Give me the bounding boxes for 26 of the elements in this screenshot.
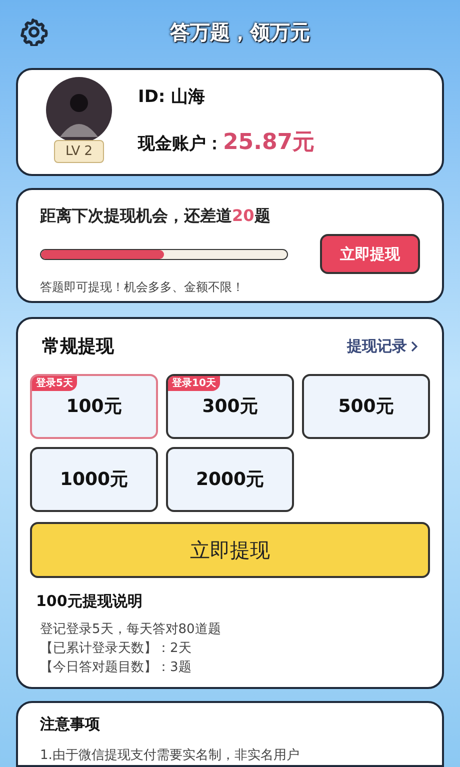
progress-note: 答题即可提现！机会多多、金额不限！ (40, 279, 245, 296)
amount-option[interactable]: 登录5天 100元 (30, 374, 158, 438)
explain-line: 【已累计登录天数】：2天 (40, 640, 192, 658)
settings-icon[interactable] (20, 18, 48, 46)
amount-option[interactable]: 登录10天 300元 (166, 374, 294, 438)
chevron-right-icon (411, 340, 418, 352)
explain-title: 100元提现说明 (35, 590, 144, 612)
amount-option[interactable]: 500元 (302, 374, 430, 438)
withdraw-records-link[interactable]: 提现记录 (347, 334, 418, 358)
user-id: ID: 山海 (138, 86, 206, 109)
amount-option[interactable]: 1000元 (30, 446, 158, 512)
notice-title: 注意事项 (40, 714, 101, 735)
section-title: 常规提现 (42, 334, 114, 358)
explain-line: 登记登录5天，每天答对80道题 (40, 621, 222, 639)
login-days-tag: 登录10天 (168, 376, 220, 390)
withdraw-button[interactable]: 立即提现 (30, 522, 430, 578)
login-days-tag: 登录5天 (32, 376, 77, 390)
page-title: 答万题，领万元 (170, 19, 310, 46)
balance-label: 现金账户： (138, 133, 223, 156)
amount-option[interactable]: 2000元 (166, 446, 294, 512)
notice-line: 1.由于微信提现支付需要实名制，非实名用户 (40, 746, 300, 764)
progress-text: 距离下次提现机会，还差道20题 (40, 205, 272, 228)
level-badge: LV 2 (54, 140, 104, 164)
explain-line: 【今日答对题目数】：3题 (40, 659, 192, 677)
withdraw-now-button[interactable]: 立即提现 (320, 234, 420, 274)
balance-amount: 25.87元 (223, 129, 315, 158)
